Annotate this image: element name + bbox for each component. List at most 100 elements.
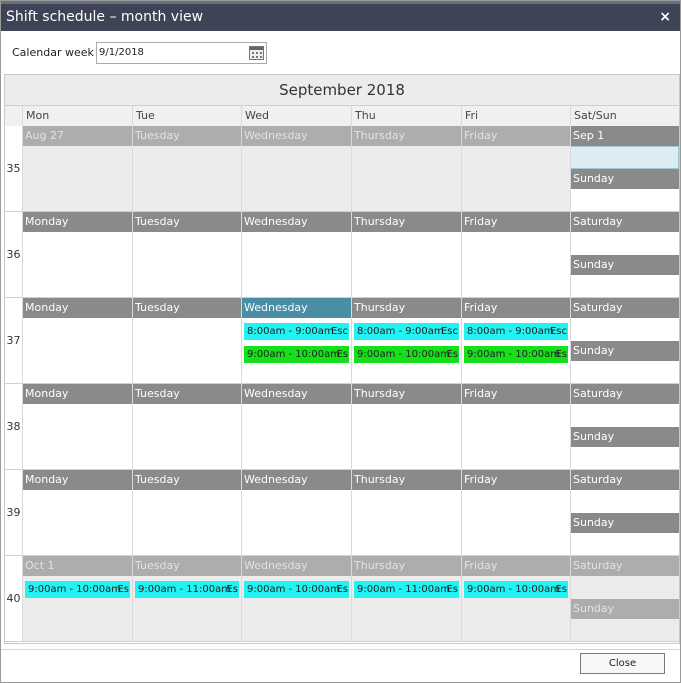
day-cell[interactable]: [22, 318, 132, 384]
day-band-label[interactable]: Wednesday: [241, 470, 351, 490]
sunday-band-label[interactable]: Sunday: [570, 169, 679, 189]
day-band-label[interactable]: Sep 1: [570, 126, 679, 146]
shift-event-title: Es: [336, 584, 348, 595]
shift-event[interactable]: 9:00am - 10:00am Es: [244, 581, 349, 598]
day-cell[interactable]: [351, 404, 461, 470]
sunday-band-label[interactable]: Sunday: [570, 341, 679, 361]
shift-event-title: Esc: [330, 326, 348, 337]
day-header-label: Thu: [355, 109, 376, 122]
shift-event-time: 9:00am - 10:00am: [357, 349, 450, 360]
day-band-label[interactable]: Tuesday: [132, 298, 241, 318]
shift-event-title: Es: [446, 349, 458, 360]
shift-event-title: Es: [555, 349, 567, 360]
day-band-label[interactable]: Tuesday: [132, 126, 241, 146]
day-cell[interactable]: [132, 146, 241, 212]
day-band-label[interactable]: Wednesday: [241, 556, 351, 576]
day-cell[interactable]: [351, 146, 461, 212]
day-cell[interactable]: [132, 404, 241, 470]
day-band-label[interactable]: Saturday: [570, 212, 679, 232]
day-band-label[interactable]: Friday: [461, 212, 570, 232]
day-band-label[interactable]: Wednesday: [241, 384, 351, 404]
shift-event[interactable]: 8:00am - 9:00am Esc: [244, 323, 349, 340]
shift-event[interactable]: 9:00am - 10:00am Es: [244, 346, 349, 363]
day-header-wed: Wed: [241, 106, 351, 126]
shift-event[interactable]: 8:00am - 9:00am Esc: [464, 323, 568, 340]
day-band-label[interactable]: Saturday: [570, 298, 679, 318]
sunday-band-label[interactable]: Sunday: [570, 255, 679, 275]
day-band-label[interactable]: Friday: [461, 556, 570, 576]
day-band-label[interactable]: Friday: [461, 298, 570, 318]
shift-event[interactable]: 9:00am - 10:00am Es: [25, 581, 130, 598]
day-band-label[interactable]: Wednesday: [241, 298, 351, 318]
day-band-label[interactable]: Thursday: [351, 556, 461, 576]
day-cell[interactable]: [241, 232, 351, 298]
day-band-label[interactable]: Thursday: [351, 384, 461, 404]
shift-event-time: 9:00am - 11:00am: [138, 584, 231, 595]
shift-event-title: Es: [446, 584, 458, 595]
shift-event-title: Esc: [440, 326, 458, 337]
column-divider: [570, 106, 571, 642]
shift-event-time: 9:00am - 10:00am: [467, 349, 560, 360]
shift-event[interactable]: 8:00am - 9:00am Esc: [354, 323, 459, 340]
day-cell[interactable]: [132, 232, 241, 298]
shift-event-time: 8:00am - 9:00am: [247, 326, 334, 337]
day-band-label[interactable]: Friday: [461, 126, 570, 146]
selected-day-highlight[interactable]: [570, 146, 679, 169]
day-band-label[interactable]: Thursday: [351, 126, 461, 146]
day-band-label[interactable]: Tuesday: [132, 384, 241, 404]
day-cell[interactable]: [22, 490, 132, 556]
day-cell[interactable]: [461, 404, 570, 470]
day-band-label[interactable]: Tuesday: [132, 212, 241, 232]
day-cell[interactable]: [241, 404, 351, 470]
day-band-label[interactable]: Monday: [22, 384, 132, 404]
day-band-label[interactable]: Monday: [22, 212, 132, 232]
close-button[interactable]: Close: [580, 653, 665, 674]
day-cell[interactable]: [132, 490, 241, 556]
calendar-icon[interactable]: [249, 46, 264, 60]
sunday-band-label[interactable]: Sunday: [570, 427, 679, 447]
day-band-label[interactable]: Friday: [461, 384, 570, 404]
day-band-label[interactable]: Wednesday: [241, 212, 351, 232]
day-band-label[interactable]: Aug 27: [22, 126, 132, 146]
shift-event[interactable]: 9:00am - 10:00am Es: [464, 346, 568, 363]
day-cell[interactable]: [351, 232, 461, 298]
day-band-label[interactable]: Saturday: [570, 384, 679, 404]
day-band-label[interactable]: Thursday: [351, 212, 461, 232]
calendar-week-input[interactable]: 9/1/2018: [96, 42, 267, 64]
shift-schedule-dialog: Shift schedule – month view × Calendar w…: [0, 0, 681, 683]
day-header-mon: Mon: [22, 106, 132, 126]
shift-event[interactable]: 9:00am - 11:00am Es: [135, 581, 239, 598]
month-calendar: September 2018 Mon Tue Wed Thu Fri Sat/Sun 35 A…: [4, 74, 680, 644]
day-band-label[interactable]: Wednesday: [241, 126, 351, 146]
day-cell[interactable]: [22, 146, 132, 212]
day-cell[interactable]: [461, 232, 570, 298]
day-band-label[interactable]: Tuesday: [132, 470, 241, 490]
close-icon[interactable]: ×: [659, 9, 671, 25]
day-band-label[interactable]: Saturday: [570, 556, 679, 576]
day-band-label[interactable]: Thursday: [351, 298, 461, 318]
day-band-label[interactable]: Friday: [461, 470, 570, 490]
week-number: 40: [6, 592, 21, 605]
day-band-label[interactable]: Thursday: [351, 470, 461, 490]
day-band-label[interactable]: Monday: [22, 470, 132, 490]
day-band-label[interactable]: Tuesday: [132, 556, 241, 576]
sunday-band-label[interactable]: Sunday: [570, 599, 679, 619]
day-band-label[interactable]: Saturday: [570, 470, 679, 490]
column-divider: [241, 106, 242, 642]
day-cell[interactable]: [241, 146, 351, 212]
day-cell[interactable]: [22, 404, 132, 470]
day-band-label[interactable]: Monday: [22, 298, 132, 318]
day-band-label[interactable]: Oct 1: [22, 556, 132, 576]
day-cell[interactable]: [132, 318, 241, 384]
shift-event[interactable]: 9:00am - 10:00am Es: [464, 581, 568, 598]
day-cell[interactable]: [22, 232, 132, 298]
day-cell[interactable]: [461, 490, 570, 556]
day-cell[interactable]: [351, 490, 461, 556]
day-cell[interactable]: [461, 146, 570, 212]
shift-event[interactable]: 9:00am - 11:00am Es: [354, 581, 459, 598]
shift-event-time: 8:00am - 9:00am: [467, 326, 554, 337]
day-cell[interactable]: [241, 490, 351, 556]
day-header-fri: Fri: [461, 106, 570, 126]
shift-event[interactable]: 9:00am - 10:00am Es: [354, 346, 459, 363]
sunday-band-label[interactable]: Sunday: [570, 513, 679, 533]
